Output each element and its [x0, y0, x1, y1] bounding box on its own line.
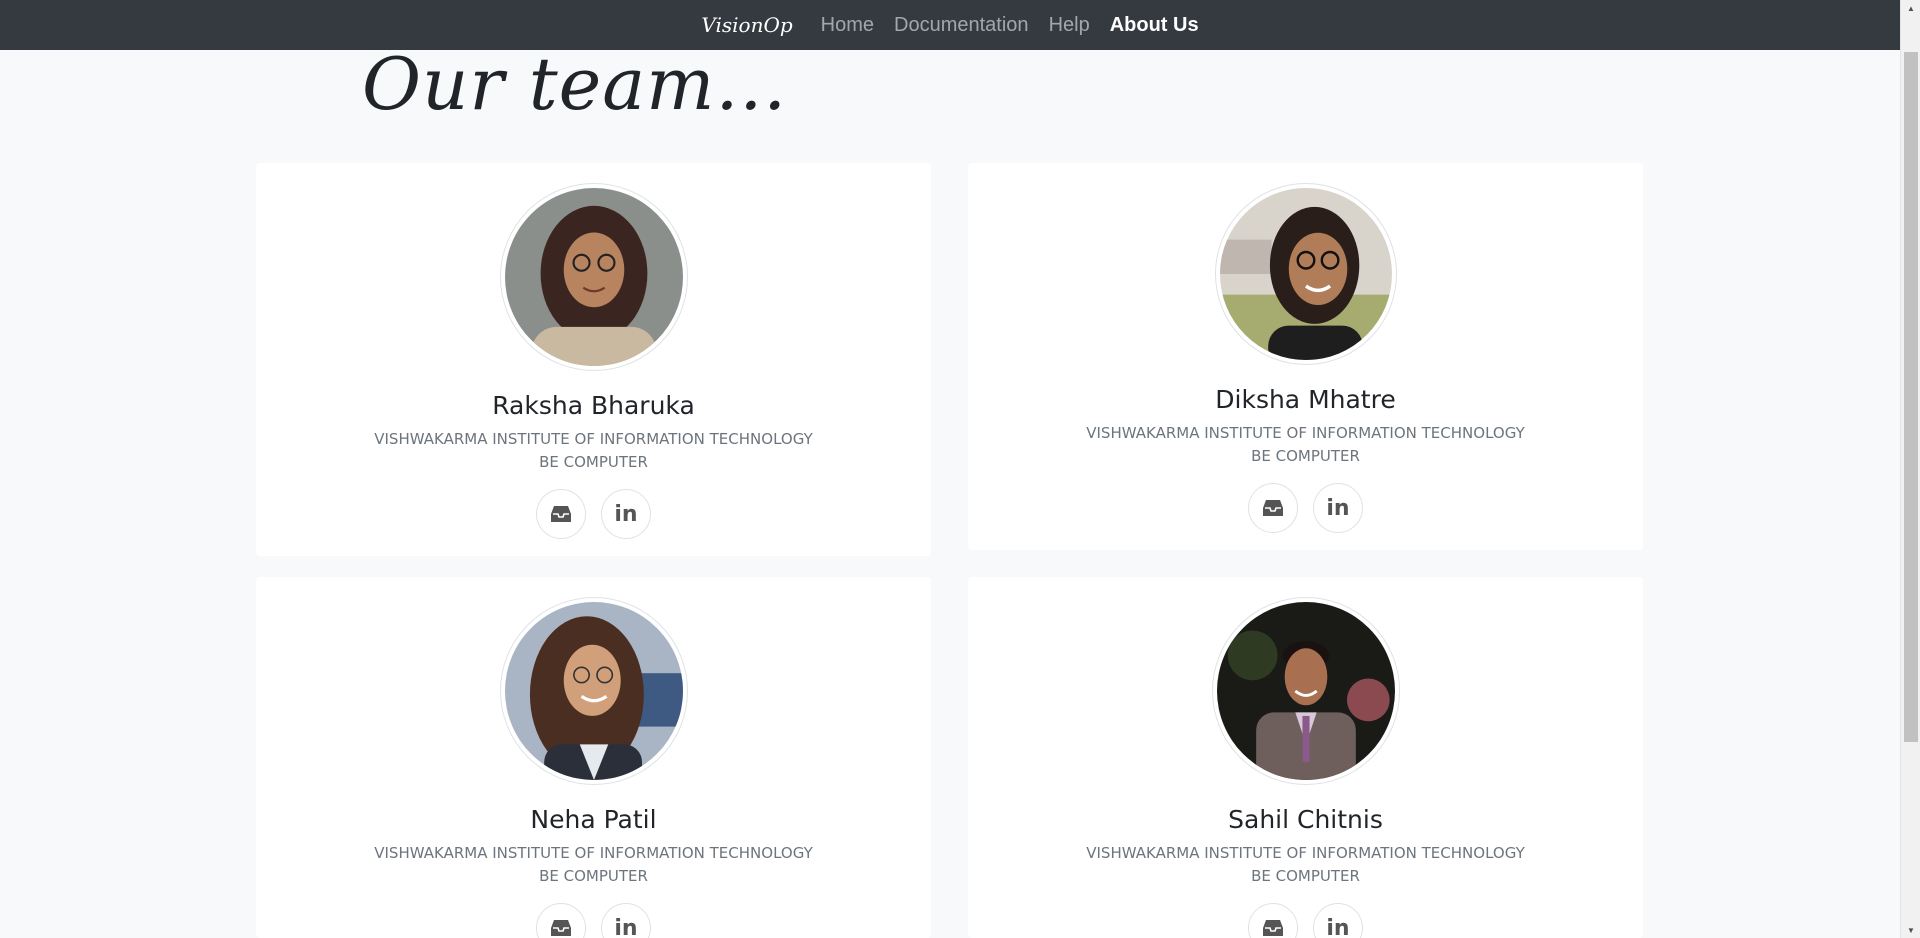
social-links: in: [1248, 903, 1363, 938]
team-card: Raksha Bharuka VISHWAKARMA INSTITUTE OF …: [256, 163, 931, 556]
top-navbar: VisionOp Home Documentation Help About U…: [0, 0, 1900, 50]
inbox-icon: [1262, 499, 1284, 517]
avatar-frame: [499, 597, 688, 785]
avatar: [504, 602, 683, 780]
member-name: Diksha Mhatre: [1215, 385, 1396, 414]
member-name: Neha Patil: [530, 805, 657, 834]
inbox-button[interactable]: [536, 903, 586, 938]
inbox-icon: [550, 919, 572, 937]
avatar: [1219, 188, 1392, 360]
page-heading: Our team...: [362, 42, 788, 126]
member-name: Sahil Chitnis: [1228, 805, 1383, 834]
team-card: Neha Patil VISHWAKARMA INSTITUTE OF INFO…: [256, 577, 931, 938]
page-scrollbar[interactable]: ▲ ▼: [1900, 0, 1920, 938]
avatar-frame: [1214, 183, 1397, 365]
inbox-button[interactable]: [1248, 903, 1298, 938]
nav-home[interactable]: Home: [821, 14, 874, 37]
linkedin-icon: in: [1326, 495, 1350, 521]
linkedin-button[interactable]: in: [1313, 483, 1363, 533]
linkedin-button[interactable]: in: [1313, 903, 1363, 938]
member-institute: VISHWAKARMA INSTITUTE OF INFORMATION TEC…: [1086, 424, 1525, 442]
inbox-icon: [550, 505, 572, 523]
avatar-photo: [504, 602, 683, 780]
avatar-photo: [1216, 602, 1395, 780]
linkedin-icon: in: [1326, 915, 1350, 938]
inbox-icon: [1262, 919, 1284, 937]
navbar-links: VisionOp Home Documentation Help About U…: [701, 13, 1198, 37]
avatar-photo: [504, 188, 683, 366]
avatar-frame: [499, 183, 688, 371]
member-institute: VISHWAKARMA INSTITUTE OF INFORMATION TEC…: [374, 844, 813, 862]
avatar: [1216, 602, 1395, 780]
scroll-down-arrow-icon[interactable]: ▼: [1901, 922, 1920, 938]
avatar-frame: [1211, 597, 1400, 785]
inbox-button[interactable]: [536, 489, 586, 539]
nav-about-us[interactable]: About Us: [1110, 14, 1199, 37]
inbox-button[interactable]: [1248, 483, 1298, 533]
linkedin-button[interactable]: in: [601, 903, 651, 938]
linkedin-button[interactable]: in: [601, 489, 651, 539]
member-name: Raksha Bharuka: [492, 391, 695, 420]
member-institute: VISHWAKARMA INSTITUTE OF INFORMATION TEC…: [1086, 844, 1525, 862]
team-card: Diksha Mhatre VISHWAKARMA INSTITUTE OF I…: [968, 163, 1643, 550]
member-department: BE COMPUTER: [1251, 447, 1360, 465]
nav-documentation[interactable]: Documentation: [894, 14, 1029, 37]
avatar-photo: [1219, 188, 1392, 360]
nav-help[interactable]: Help: [1049, 14, 1090, 37]
linkedin-icon: in: [614, 501, 638, 527]
avatar: [504, 188, 683, 366]
member-department: BE COMPUTER: [539, 867, 648, 885]
member-institute: VISHWAKARMA INSTITUTE OF INFORMATION TEC…: [374, 430, 813, 448]
social-links: in: [536, 903, 651, 938]
social-links: in: [536, 489, 651, 539]
member-department: BE COMPUTER: [539, 453, 648, 471]
brand-logo[interactable]: VisionOp: [701, 13, 792, 37]
member-department: BE COMPUTER: [1251, 867, 1360, 885]
scrollbar-thumb[interactable]: [1904, 52, 1918, 742]
scroll-up-arrow-icon[interactable]: ▲: [1901, 0, 1920, 16]
team-card: Sahil Chitnis VISHWAKARMA INSTITUTE OF I…: [968, 577, 1643, 938]
linkedin-icon: in: [614, 915, 638, 938]
social-links: in: [1248, 483, 1363, 533]
